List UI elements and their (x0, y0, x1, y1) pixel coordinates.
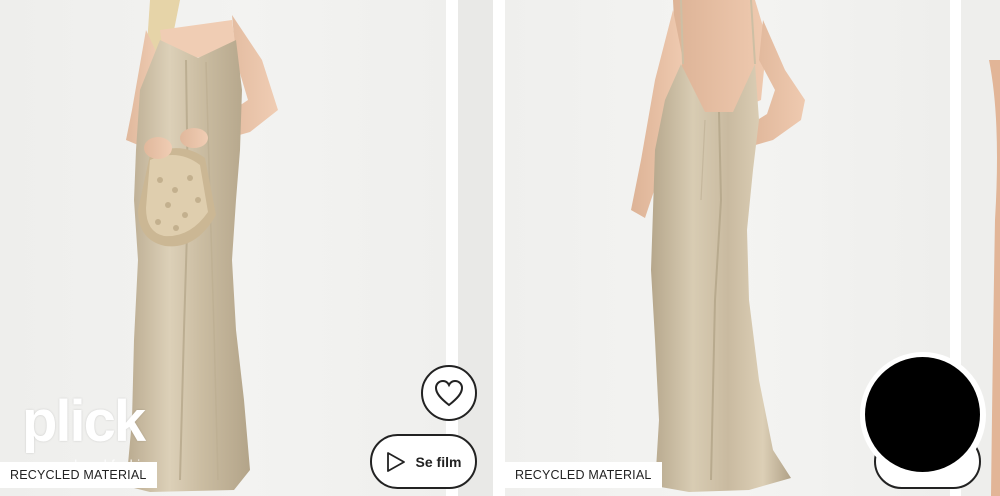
favorite-button[interactable] (421, 365, 477, 421)
play-video-button[interactable]: Se film (370, 434, 477, 489)
divider-strip (458, 0, 493, 496)
heart-icon (434, 379, 464, 407)
badge-label: RECYCLED MATERIAL (515, 468, 652, 482)
watermark-logo: plick (22, 389, 146, 454)
play-icon (386, 451, 405, 472)
watermark-tagline: reloved fashion (62, 458, 156, 472)
play-video-label: Se film (415, 453, 462, 470)
panel-divider (446, 0, 505, 496)
plick-watermark: plick reloved fashion (22, 389, 192, 473)
redaction-circle (865, 357, 980, 472)
recycled-material-badge: RECYCLED MATERIAL (505, 462, 662, 488)
